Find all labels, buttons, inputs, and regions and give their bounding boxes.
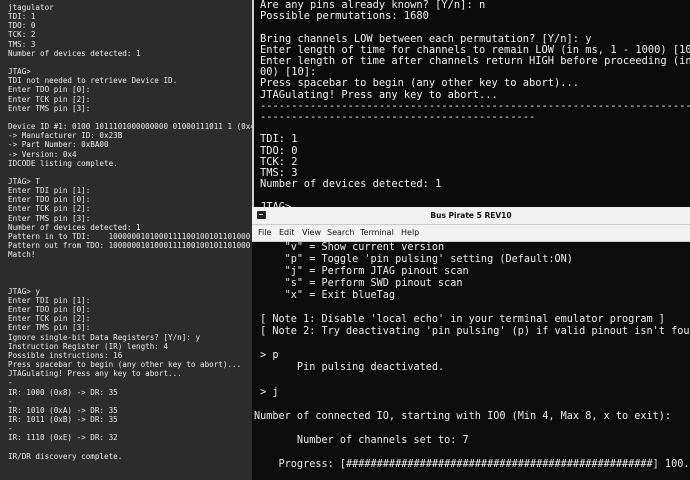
terminal-line: IDCODE listing complete.	[8, 158, 118, 168]
terminal-line: Ignore single-bit Data Registers? [Y/n]:…	[8, 332, 201, 342]
terminal-line: TMS: 3	[8, 39, 36, 49]
terminal-line: > p	[254, 350, 279, 362]
terminal-line: [ Note 2: Try deactivating 'pin pulsing'…	[254, 326, 690, 338]
terminal-line: Enter TDO pin [0]:	[8, 305, 91, 315]
terminal-line: Possible permutations: 1680	[260, 10, 429, 23]
terminal-line: TDI: 1	[260, 133, 298, 146]
terminal-line: TCK: 2	[260, 155, 298, 168]
terminal-line: -	[8, 396, 13, 406]
terminal-line: "v" = Show current version	[254, 242, 445, 253]
terminal-line: Enter TCK pin [2]:	[8, 314, 91, 324]
terminal-line: Enter TCK pin [2]:	[8, 94, 91, 104]
menu-terminal[interactable]: Terminal	[360, 228, 394, 237]
window-title: Bus Pirate 5 REV10	[430, 211, 512, 220]
terminal-line: JTAG> y	[8, 286, 41, 296]
terminal-line: -> Part Number: 0xBA00	[8, 140, 109, 150]
terminal-line: > j	[254, 386, 279, 398]
menu-search[interactable]: Search	[327, 228, 354, 237]
terminal-line: JTAG>	[8, 67, 31, 77]
terminal-line: TDO: 0	[8, 21, 36, 31]
bus-pirate-terminal-window[interactable]: Bus Pirate 5 REV10 File Edit View Search…	[252, 207, 690, 480]
terminal-line: IR: 1110 (0xE) -> DR: 32	[8, 433, 118, 443]
terminal-line: Pattern in to TDI: 100000010100011110010…	[8, 231, 251, 241]
terminal-line: IR: 1011 (0xB) -> DR: 35	[8, 415, 118, 425]
terminal-line: TDO: 0	[260, 144, 298, 157]
terminal-line: IR: 1000 (0x8) -> DR: 35	[8, 387, 118, 397]
terminal-line: Instruction Register (IR) length: 4	[8, 341, 169, 351]
terminal-line: "x" = Exit blueTag	[254, 290, 396, 302]
menubar: File Edit View Search Terminal Help	[252, 225, 690, 242]
terminal-line: Enter TCK pin [2]:	[8, 204, 91, 214]
terminal-line: Number of devices detected: 1	[8, 222, 141, 232]
terminal-line: Number of devices detected: 1	[8, 48, 141, 58]
terminal-line: "j" = Perform JTAG pinout scan	[254, 266, 469, 278]
terminal-line: TDI: 1	[8, 12, 36, 22]
menu-view[interactable]: View	[302, 228, 321, 237]
bus-pirate-terminal-output[interactable]: "v" = Show current version "p" = Toggle …	[252, 242, 690, 480]
terminal-line: Progress: [#############################…	[254, 458, 690, 470]
terminal-line: IR/DR discovery complete.	[8, 451, 123, 461]
terminal-line: IR: 1010 (0xA) -> DR: 35	[8, 405, 118, 415]
terminal-line: Press spacebar to begin (any other key t…	[8, 360, 242, 370]
terminal-line: Enter TDI pin [1]:	[8, 186, 91, 196]
terminal-line: -> Version: 0x4	[8, 149, 77, 159]
terminal-line: JTAGulating! Press any key to abort...	[8, 369, 182, 379]
terminal-line: Enter TDI pin [1]:	[8, 296, 91, 305]
terminal-line: Enter TDO pin [0]:	[8, 85, 91, 95]
terminal-line: Number of connected IO, starting with IO…	[254, 410, 672, 422]
terminal-line: "s" = Perform SWD pinout scan	[254, 278, 463, 290]
terminal-line: JTAG> T	[8, 176, 41, 186]
terminal-line: jtagulator	[8, 3, 54, 12]
terminal-line: Possible instructions: 16	[8, 350, 123, 360]
right-terminal-pane[interactable]: Are any pins already known? [Y/n]: n Poss…	[254, 0, 690, 207]
terminal-line: Number of devices detected: 1	[260, 178, 442, 191]
terminal-line: Enter TMS pin [3]:	[8, 103, 91, 113]
terminal-line: -	[8, 378, 13, 388]
terminal-line: -> Manufacturer ID: 0x23B	[8, 131, 123, 141]
terminal-line: -	[8, 424, 13, 434]
terminal-line: ----------------------------------------…	[260, 111, 536, 124]
left-terminal-pane[interactable]: jtagulator TDI: 1 TDO: 0 TCK: 2 TMS: 3 Number…	[0, 0, 252, 480]
menu-help[interactable]: Help	[401, 228, 419, 237]
terminal-line: Enter length of time after channels retu…	[260, 55, 690, 68]
terminal-line: Match!	[8, 250, 36, 260]
terminal-line: Number of channels set to: 7	[254, 434, 469, 446]
terminal-line: Press spacebar to begin (any other key t…	[260, 77, 580, 90]
terminal-line: Pattern out from TDO: 100000010100011110…	[8, 241, 251, 251]
terminal-line: TCK: 2	[8, 30, 36, 40]
terminal-line: Enter TDO pin [0]:	[8, 195, 91, 205]
terminal-line: "p" = Toggle 'pin pulsing' setting (Defa…	[254, 254, 573, 266]
terminal-line: [ Note 1: Disable 'local echo' in your t…	[254, 314, 665, 326]
terminal-line: Device ID #1: 0100 1011101000000000 0100…	[8, 122, 252, 132]
menu-file[interactable]: File	[258, 228, 271, 237]
window-titlebar[interactable]: Bus Pirate 5 REV10	[252, 207, 690, 225]
terminal-line: Enter TMS pin [3]:	[8, 213, 91, 223]
menu-edit[interactable]: Edit	[279, 228, 295, 237]
terminal-line: Enter TMS pin [3]:	[8, 323, 91, 333]
terminal-line: TDI not needed to retrieve Device ID.	[8, 76, 178, 86]
terminal-line: Pin pulsing deactivated.	[254, 362, 445, 374]
